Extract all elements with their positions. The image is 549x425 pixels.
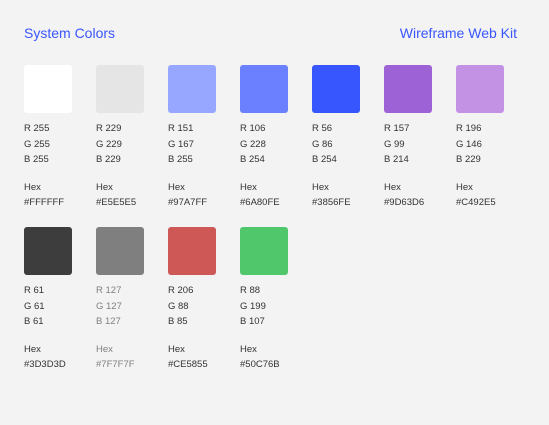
red-value: R 157: [384, 123, 410, 134]
color-swatch: [24, 227, 72, 275]
blue-value: B 85: [168, 316, 188, 327]
swatch-card-light-purple: R 196 G 146 B 229 Hex #C492E5: [456, 65, 520, 211]
page-title: System Colors: [24, 25, 116, 41]
swatch-card-white: R 255 G 255 B 255 Hex #FFFFFF: [24, 65, 88, 211]
green-value: G 88: [168, 300, 189, 312]
swatch-card-green: R 88 G 199 B 107 Hex #50C76B: [240, 227, 304, 373]
green-value: G 127: [96, 300, 122, 312]
hex-label: Hex: [240, 343, 257, 355]
green-value: G 255: [24, 138, 50, 150]
color-swatch: [456, 65, 504, 113]
hex-value: #97A7FF: [168, 197, 208, 208]
red-value: R 88: [240, 285, 261, 296]
blue-value: B 214: [384, 154, 409, 165]
green-value: G 61: [24, 300, 45, 312]
green-value: G 146: [456, 138, 482, 150]
red-value: R 229: [96, 123, 122, 134]
swatch-card-light-gray: R 229 G 229 B 229 Hex #E5E5E5: [96, 65, 160, 211]
color-swatch: [168, 227, 216, 275]
green-value: G 167: [168, 138, 194, 150]
hex-value: #3856FE: [312, 197, 351, 208]
hex-value: #6A80FE: [240, 197, 280, 208]
hex-label: Hex: [312, 181, 329, 193]
swatch-card-blue: R 56 G 86 B 254 Hex #3856FE: [312, 65, 376, 211]
hex-label: Hex: [240, 181, 257, 193]
color-swatch: [96, 65, 144, 113]
hex-label: Hex: [168, 343, 185, 355]
hex-value: #C492E5: [456, 197, 496, 208]
hex-value: #E5E5E5: [96, 197, 137, 208]
blue-value: B 107: [240, 316, 265, 327]
hex-label: Hex: [384, 181, 401, 193]
blue-value: B 255: [168, 154, 193, 165]
red-value: R 56: [312, 123, 333, 134]
swatch-card-light-blue: R 151 G 167 B 255 Hex #97A7FF: [168, 65, 232, 211]
hex-label: Hex: [168, 181, 185, 193]
red-value: R 151: [168, 123, 194, 134]
hex-value: #CE5855: [168, 359, 208, 370]
swatch-card-red: R 206 G 88 B 85 Hex #CE5855: [168, 227, 232, 373]
color-swatch: [24, 65, 72, 113]
green-value: G 86: [312, 138, 333, 150]
color-swatch: [96, 227, 144, 275]
green-value: G 99: [384, 138, 405, 150]
blue-value: B 254: [240, 154, 265, 165]
hex-value: #FFFFFF: [24, 197, 65, 208]
blue-value: B 229: [96, 154, 121, 165]
swatch-card-gray: R 127 G 127 B 127 Hex #7F7F7F: [96, 227, 160, 373]
hex-value: #9D63D6: [384, 197, 425, 208]
color-swatch: [240, 65, 288, 113]
hex-value: #3D3D3D: [24, 359, 66, 370]
swatch-card-medium-blue: R 106 G 228 B 254 Hex #6A80FE: [240, 65, 304, 211]
hex-value: #7F7F7F: [96, 359, 135, 370]
hex-label: Hex: [96, 181, 113, 193]
color-swatch: [240, 227, 288, 275]
red-value: R 255: [24, 123, 50, 134]
green-value: G 229: [96, 138, 122, 150]
red-value: R 61: [24, 285, 45, 296]
red-value: R 127: [96, 285, 122, 296]
blue-value: B 229: [456, 154, 481, 165]
blue-value: B 127: [96, 316, 121, 327]
blue-value: B 61: [24, 316, 44, 327]
hex-label: Hex: [96, 343, 113, 355]
hex-value: #50C76B: [240, 359, 280, 370]
hex-label: Hex: [24, 181, 41, 193]
color-swatch: [384, 65, 432, 113]
color-swatch: [312, 65, 360, 113]
hex-label: Hex: [456, 181, 473, 193]
green-value: G 199: [240, 300, 266, 312]
red-value: R 196: [456, 123, 482, 134]
swatch-card-dark-gray: R 61 G 61 B 61 Hex #3D3D3D: [24, 227, 88, 373]
green-value: G 228: [240, 138, 266, 150]
blue-value: B 254: [312, 154, 337, 165]
blue-value: B 255: [24, 154, 49, 165]
color-swatch: [168, 65, 216, 113]
red-value: R 106: [240, 123, 266, 134]
red-value: R 206: [168, 285, 194, 296]
hex-label: Hex: [24, 343, 41, 355]
kit-title: Wireframe Web Kit: [399, 25, 517, 41]
swatch-card-purple: R 157 G 99 B 214 Hex #9D63D6: [384, 65, 448, 211]
